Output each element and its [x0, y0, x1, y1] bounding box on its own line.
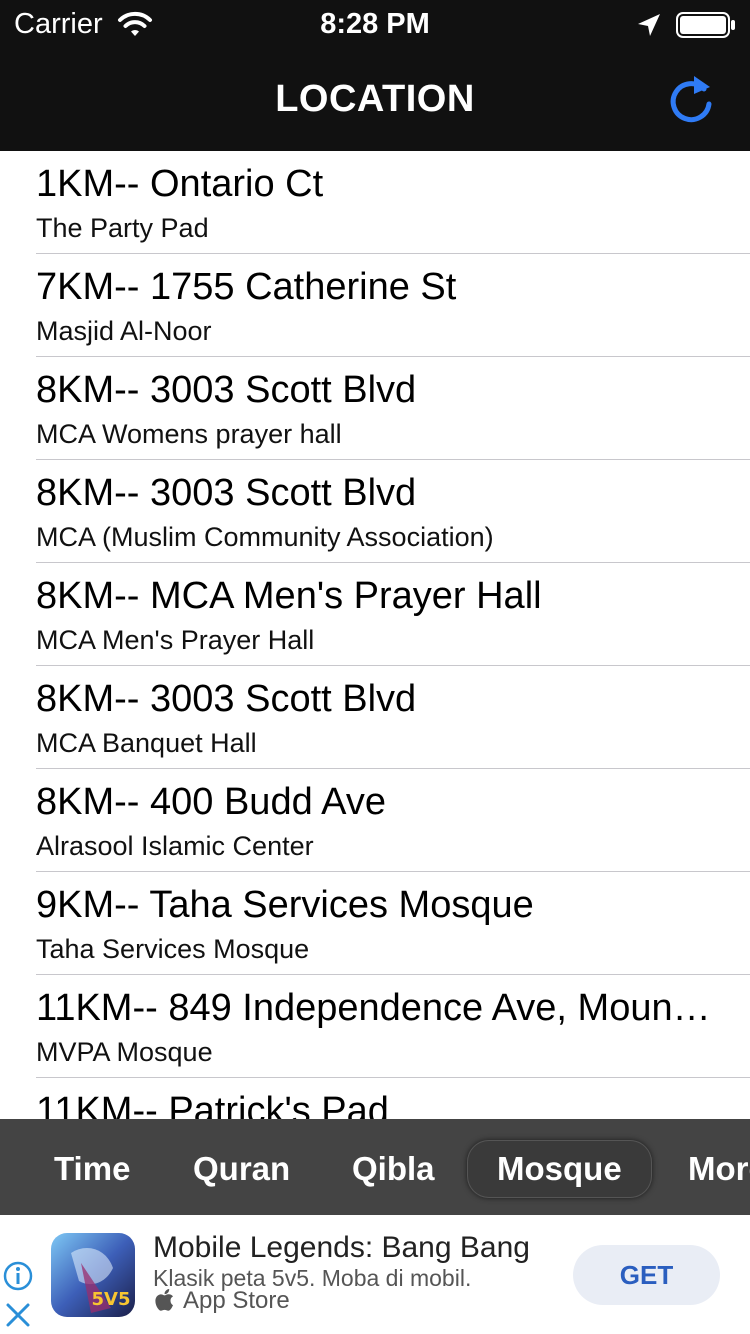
list-item[interactable]: 8KM-- MCA Men's Prayer Hall MCA Men's Pr… [0, 563, 750, 666]
location-name: MCA Banquet Hall [36, 728, 257, 758]
refresh-icon[interactable] [664, 74, 718, 128]
get-button[interactable]: GET [573, 1245, 720, 1305]
list-item[interactable]: 9KM-- Taha Services Mosque Taha Services… [0, 872, 750, 975]
location-title: 11KM-- 849 Independence Ave, Mountain Vi… [36, 987, 720, 1029]
list-item[interactable]: 8KM-- 3003 Scott Blvd MCA Womens prayer … [0, 357, 750, 460]
ad-title: Mobile Legends: Bang Bang [153, 1231, 530, 1264]
location-arrow-icon [638, 14, 660, 36]
tab-quran[interactable]: Quran [193, 1140, 290, 1198]
location-name: MVPA Mosque [36, 1037, 213, 1067]
app-icon-text: 5V5 [92, 1289, 131, 1310]
close-icon[interactable] [2, 1299, 34, 1331]
list-item[interactable]: 8KM-- 3003 Scott Blvd MCA Banquet Hall [0, 666, 750, 769]
navigation-bar: LOCATION [0, 52, 750, 151]
location-title: 11KM-- Patrick's Pad [36, 1090, 389, 1119]
location-name: The Party Pad [36, 213, 209, 243]
location-title: 8KM-- 400 Budd Ave [36, 781, 386, 823]
location-title: 8KM-- MCA Men's Prayer Hall [36, 575, 542, 617]
ad-store: App Store [155, 1287, 290, 1315]
location-title: 8KM-- 3003 Scott Blvd [36, 678, 417, 720]
list-item[interactable]: 1KM-- Ontario Ct The Party Pad [0, 151, 750, 254]
apple-icon [155, 1289, 173, 1311]
location-title: 7KM-- 1755 Catherine St [36, 266, 457, 308]
location-title: 8KM-- 3003 Scott Blvd [36, 369, 417, 411]
location-name: Alrasool Islamic Center [36, 831, 314, 861]
location-name: MCA Men's Prayer Hall [36, 625, 315, 655]
location-name: MCA (Muslim Community Association) [36, 522, 494, 552]
location-name: MCA Womens prayer hall [36, 419, 342, 449]
app-icon: 5V5 [51, 1233, 135, 1317]
tab-bar: Time Quran Qibla Mosque More [0, 1119, 750, 1215]
location-list[interactable]: 1KM-- Ontario Ct The Party Pad 7KM-- 175… [0, 151, 750, 1119]
tab-mosque[interactable]: Mosque [467, 1140, 652, 1198]
list-item[interactable]: 11KM-- Patrick's Pad [0, 1078, 750, 1119]
list-item[interactable]: 7KM-- 1755 Catherine St Masjid Al-Noor [0, 254, 750, 357]
ad-banner[interactable]: 5V5 Mobile Legends: Bang Bang Klasik pet… [0, 1215, 750, 1334]
list-item[interactable]: 8KM-- 3003 Scott Blvd MCA (Muslim Commun… [0, 460, 750, 563]
location-title: 9KM-- Taha Services Mosque [36, 884, 534, 926]
tab-time[interactable]: Time [54, 1140, 130, 1198]
tab-more[interactable]: More [688, 1140, 750, 1198]
location-name: Taha Services Mosque [36, 934, 310, 964]
location-name: Masjid Al-Noor [36, 316, 212, 346]
list-item[interactable]: 11KM-- 849 Independence Ave, Mountain Vi… [0, 975, 750, 1078]
info-icon[interactable] [2, 1260, 34, 1292]
location-title: 1KM-- Ontario Ct [36, 163, 324, 205]
page-title: LOCATION [275, 78, 475, 120]
battery-icon [676, 12, 735, 38]
ad-store-label: App Store [183, 1287, 290, 1314]
location-title: 8KM-- 3003 Scott Blvd [36, 472, 417, 514]
status-bar: Carrier 8:28 PM [0, 0, 750, 52]
list-item[interactable]: 8KM-- 400 Budd Ave Alrasool Islamic Cent… [0, 769, 750, 872]
tab-qibla[interactable]: Qibla [352, 1140, 435, 1198]
